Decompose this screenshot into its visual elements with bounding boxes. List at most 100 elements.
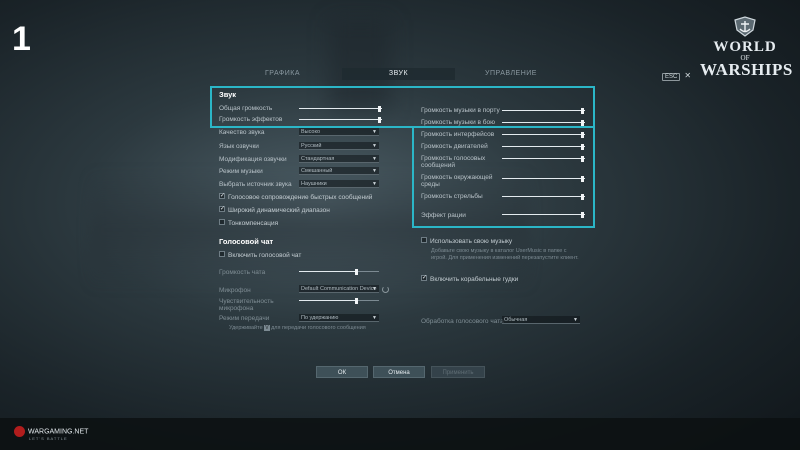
wide-dynamic-range-label: Широкий динамический диапазон [228, 207, 330, 214]
ship-horns-checkbox[interactable]: ✓ Включить корабельные гудки [421, 275, 519, 283]
hint-prefix: Удерживайте [229, 325, 263, 331]
audio-source-label: Выбрать источник звука [219, 181, 292, 188]
battle-music-label: Громкость музыки в бою [421, 119, 496, 126]
master-volume-slider[interactable] [299, 106, 382, 112]
effects-volume-label: Громкость эффектов [219, 116, 283, 123]
voice-processing-value: Обычная [504, 317, 528, 323]
ship-horns-label: Включить корабельные гудки [430, 276, 519, 283]
ambient-volume-label: Громкость окружающей среды [421, 174, 493, 188]
refresh-icon[interactable] [382, 286, 389, 293]
game-logo: WORLD OF WARSHIPS [700, 16, 793, 96]
voice-messages-label: Громкость голосовых сообщений [421, 155, 486, 169]
quick-commands-voice-checkbox[interactable]: ✓ Голосовое сопровождение быстрых сообщен… [219, 193, 373, 201]
logo-word-1: WORLD [713, 39, 777, 55]
engine-volume-label: Громкость двигателей [421, 143, 488, 150]
mic-sensitivity-label: Чувствительность микрофона [219, 298, 274, 312]
microphone-value: Default Communication Device [301, 286, 377, 292]
microphone-select[interactable]: Default Communication Device ▼ [299, 285, 379, 293]
voice-mod-label: Модификация озвучки [219, 156, 287, 163]
radio-effect-label: Эффект рации [421, 212, 466, 219]
audio-source-select[interactable]: Наушники ▼ [299, 180, 379, 188]
step-number: 1 [12, 20, 31, 58]
transmit-mode-select[interactable]: По удержанию ▼ [299, 314, 379, 322]
voice-processing-select[interactable]: Обычная ▼ [502, 316, 580, 324]
gunfire-volume-label: Громкость стрельбы [421, 193, 483, 200]
checkbox-empty-icon [219, 251, 225, 258]
checkbox-empty-icon [219, 219, 225, 226]
chat-volume-slider[interactable] [299, 269, 379, 275]
engine-volume-slider[interactable] [502, 144, 585, 150]
ok-button[interactable]: ОК [316, 366, 368, 378]
cancel-button[interactable]: Отмена [373, 366, 425, 378]
chevron-down-icon: ▼ [372, 129, 377, 135]
chevron-down-icon: ▼ [372, 143, 377, 149]
wargaming-tagline: LET'S BATTLE [29, 436, 68, 441]
transmit-mode-label: Режим передачи [219, 315, 270, 322]
wide-dynamic-range-checkbox[interactable]: ✓ Широкий динамический диапазон [219, 206, 330, 214]
quick-commands-voice-label: Голосовое сопровождение быстрых сообщени… [228, 194, 373, 201]
voice-chat-title: Голосовой чат [219, 237, 274, 246]
custom-music-note: Добавьте свою музыку в каталог UserMusic… [431, 248, 579, 261]
push-to-talk-hint: Удерживайте V для передачи голосового со… [229, 325, 366, 331]
sound-section-title: Звук [219, 90, 237, 99]
voice-language-select[interactable]: Русский ▼ [299, 142, 379, 150]
hint-suffix: для передачи голосового сообщения [271, 325, 366, 331]
sound-quality-value: Высоко [301, 129, 321, 135]
music-mode-label: Режим музыки [219, 168, 263, 175]
logo-word-3: WARSHIPS [700, 60, 793, 79]
port-music-slider[interactable] [502, 108, 585, 114]
interface-volume-slider[interactable] [502, 132, 585, 138]
loudness-compensation-checkbox[interactable]: Тонкомпенсация [219, 219, 279, 227]
checkmark-icon: ✓ [219, 206, 226, 213]
close-icon[interactable]: ✕ [684, 71, 691, 80]
gunfire-volume-slider[interactable] [502, 194, 585, 200]
tab-controls[interactable]: УПРАВЛЕНИЕ [457, 68, 565, 80]
chevron-down-icon: ▼ [372, 315, 377, 321]
chevron-down-icon: ▼ [372, 286, 377, 292]
music-mode-value: Смешанный [301, 168, 333, 174]
mic-sensitivity-slider[interactable] [299, 298, 379, 304]
esc-close[interactable]: ESC ✕ [662, 71, 691, 81]
voice-mod-value: Стандартная [301, 156, 335, 162]
interface-volume-label: Громкость интерфейсов [421, 131, 495, 138]
wargaming-icon [14, 426, 25, 437]
radio-effect-slider[interactable] [502, 212, 585, 218]
tab-graphics[interactable]: ГРАФИКА [225, 68, 340, 80]
checkmark-icon: ✓ [219, 193, 226, 200]
checkbox-empty-icon [421, 237, 427, 244]
enable-voice-chat-checkbox[interactable]: Включить голосовой чат [219, 251, 302, 259]
chevron-down-icon: ▼ [372, 156, 377, 162]
effects-volume-slider[interactable] [299, 117, 382, 123]
esc-key-label: ESC [662, 73, 681, 81]
chat-volume-label: Громкость чата [219, 269, 266, 276]
footer-bar [0, 418, 800, 450]
port-music-label: Громкость музыки в порту [421, 107, 500, 114]
anchor-emblem-icon [734, 16, 756, 37]
chevron-down-icon: ▼ [573, 317, 578, 323]
transmit-mode-value: По удержанию [301, 315, 339, 321]
wargaming-brand: WARGAMING.NET [28, 428, 89, 436]
chevron-down-icon: ▼ [372, 168, 377, 174]
battle-music-slider[interactable] [502, 120, 585, 126]
enable-voice-chat-label: Включить голосовой чат [228, 252, 302, 259]
voice-language-label: Язык озвучки [219, 143, 259, 150]
music-mode-select[interactable]: Смешанный ▼ [299, 167, 379, 175]
settings-tabs: ГРАФИКА ЗВУК УПРАВЛЕНИЕ [225, 68, 565, 80]
voice-language-value: Русский [301, 143, 322, 149]
loudness-compensation-label: Тонкомпенсация [228, 220, 279, 227]
tab-sound[interactable]: ЗВУК [342, 68, 455, 80]
voice-messages-slider[interactable] [502, 156, 585, 162]
sound-quality-label: Качество звука [219, 129, 265, 136]
audio-source-value: Наушники [301, 181, 327, 187]
sound-quality-select[interactable]: Высоко ▼ [299, 128, 379, 136]
custom-music-checkbox[interactable]: Использовать свою музыку [421, 237, 513, 245]
microphone-label: Микрофон [219, 287, 251, 294]
wargaming-logo: WARGAMING.NET LET'S BATTLE [14, 426, 88, 441]
custom-music-label: Использовать свою музыку [430, 238, 513, 245]
voice-mod-select[interactable]: Стандартная ▼ [299, 155, 379, 163]
voice-processing-label: Обработка голосового чата [421, 318, 504, 325]
checkmark-icon: ✓ [421, 275, 428, 282]
ambient-volume-slider[interactable] [502, 176, 585, 182]
master-volume-label: Общая громкость [219, 105, 273, 112]
apply-button[interactable]: Применить [431, 366, 485, 378]
